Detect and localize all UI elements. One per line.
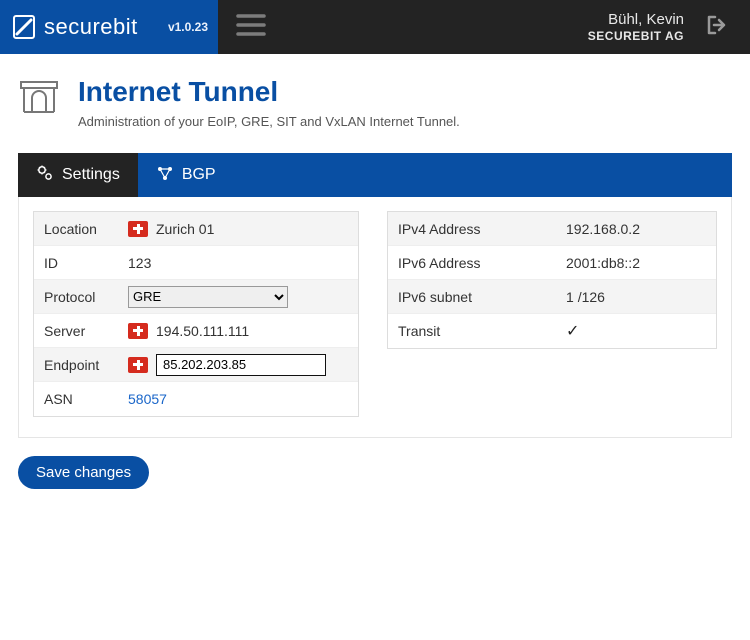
location-value: Zurich 01 [156,221,214,237]
location-label: Location [34,214,120,244]
tunnel-details-panel: Location Zurich 01 ID 123 Protocol GRE S… [33,211,359,417]
ipv4-label: IPv4 Address [388,214,558,244]
row-ipv4: IPv4 Address 192.168.0.2 [388,212,716,246]
logout-icon[interactable] [706,15,728,40]
row-location: Location Zurich 01 [34,212,358,246]
tab-settings[interactable]: Settings [18,153,138,197]
protocol-label: Protocol [34,282,120,312]
app-version: v1.0.23 [168,20,208,34]
flag-ch-icon [128,357,148,373]
protocol-select[interactable]: GRE [128,286,288,308]
endpoint-label: Endpoint [34,350,120,380]
row-endpoint: Endpoint [34,348,358,382]
row-protocol: Protocol GRE [34,280,358,314]
page-title: Internet Tunnel [78,76,460,108]
row-ipv6-subnet: IPv6 subnet 1 /126 [388,280,716,314]
tab-bgp-label: BGP [182,166,216,184]
row-asn: ASN 58057 [34,382,358,416]
flag-ch-icon [128,323,148,339]
topbar: securebit v1.0.23 Bühl, Kevin SECUREBIT … [0,0,750,54]
server-value: 194.50.111.111 [156,323,249,339]
id-label: ID [34,248,120,278]
row-transit: Transit ✓ [388,314,716,348]
user-name: Bühl, Kevin [588,11,684,29]
id-value: 123 [128,255,151,271]
page-subtitle: Administration of your EoIP, GRE, SIT an… [78,114,460,129]
flag-ch-icon [128,221,148,237]
securebit-logo-icon [12,14,36,40]
brand-block[interactable]: securebit v1.0.23 [0,0,218,54]
row-id: ID 123 [34,246,358,280]
row-ipv6: IPv6 Address 2001:db8::2 [388,246,716,280]
user-org: SECUREBIT AG [588,29,684,43]
check-icon: ✓ [566,321,579,341]
ipv6-subnet-label: IPv6 subnet [388,282,558,312]
ipv4-value: 192.168.0.2 [566,221,640,237]
brand-name: securebit [44,14,138,40]
server-label: Server [34,316,120,346]
settings-content: Location Zurich 01 ID 123 Protocol GRE S… [18,197,732,438]
row-server: Server 194.50.111.111 [34,314,358,348]
ipv6-value: 2001:db8::2 [566,255,640,271]
user-block[interactable]: Bühl, Kevin SECUREBIT AG [588,11,684,43]
gears-icon [36,164,54,187]
save-button[interactable]: Save changes [18,456,149,489]
tab-settings-label: Settings [62,166,120,184]
asn-label: ASN [34,384,120,414]
asn-link[interactable]: 58057 [128,391,167,407]
endpoint-input[interactable] [156,354,326,376]
tabs-bar: Settings BGP [18,153,732,197]
tab-bgp[interactable]: BGP [138,153,234,197]
address-panel: IPv4 Address 192.168.0.2 IPv6 Address 20… [387,211,717,349]
page-header: Internet Tunnel Administration of your E… [0,54,750,153]
network-icon [156,164,174,187]
tunnel-icon [18,78,60,121]
ipv6-subnet-value: 1 /126 [566,289,605,305]
ipv6-label: IPv6 Address [388,248,558,278]
menu-toggle-icon[interactable] [236,13,266,42]
transit-label: Transit [388,316,558,346]
brand-logo: securebit [12,14,138,40]
